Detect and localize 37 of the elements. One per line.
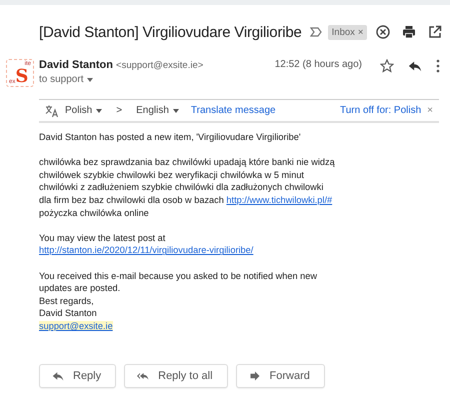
caret-icon: [172, 108, 179, 112]
notice-text: You received this e-mail because you asked to be notified when new updates are posted.: [39, 270, 318, 295]
separator-arrow: >: [116, 105, 122, 116]
view-text: You may view the latest post at: [39, 232, 166, 244]
importance-icon: [310, 27, 322, 37]
logo-letter: S: [15, 68, 28, 86]
email-subject: [David Stanton] Virgiliovudare Virgilioribe: [39, 24, 302, 40]
recipient-dropdown[interactable]: to support: [39, 74, 204, 85]
intro-text: David Stanton has posted a new item, 'Virgiliovudare Virgilioribe': [39, 131, 302, 144]
close-translate-button[interactable]: ×: [427, 105, 433, 116]
inbox-label[interactable]: Inbox ×: [328, 24, 368, 40]
translate-icon: [45, 104, 59, 118]
forward-icon: [248, 370, 261, 382]
translate-link[interactable]: Translate message: [190, 105, 276, 116]
caret-icon: [87, 78, 94, 82]
spam-link[interactable]: http://www.tichwilowki.pl/#: [226, 194, 332, 205]
star-icon[interactable]: [380, 59, 394, 73]
email-link[interactable]: support@exsite.ie: [39, 320, 113, 331]
more-options-icon[interactable]: [436, 59, 440, 73]
reply-button[interactable]: Reply: [39, 364, 116, 388]
caret-icon: [96, 108, 102, 112]
reply-icon[interactable]: [408, 59, 422, 73]
forward-button[interactable]: Forward: [236, 364, 325, 388]
reply-all-button[interactable]: Reply to all: [124, 364, 228, 388]
turn-off-link[interactable]: Turn off for: Polish: [340, 105, 422, 116]
reply-icon: [52, 370, 64, 382]
open-in-new-icon[interactable]: [428, 25, 442, 39]
source-language-dropdown[interactable]: Polish: [65, 105, 102, 116]
timestamp: 12:52 (8 hours ago): [274, 59, 362, 70]
target-language-dropdown[interactable]: English: [136, 105, 179, 116]
print-icon[interactable]: [402, 25, 416, 39]
sender-name: David Stanton <support@exsite.ie>: [39, 59, 204, 71]
post-link[interactable]: http://stanton.ie/2020/12/11/virgiliovudare-virgilioribe/: [39, 245, 254, 256]
closing-text: David Stanton: [39, 307, 98, 320]
close-icon[interactable]: [376, 25, 390, 39]
closing-text: Best regards,: [39, 294, 95, 308]
message-paragraph: chwilówka bez sprawdzania baz chwilówki upadają które banki nie widzą chwilówek szybkie chwilowki bez weryfikacji chwilówka w 5 minut chwilówki z zadłużeniem szybkie chwilówki dla zadłużonych chwilowki dla firm bez baz chwilowki dla osob w bazach http://www.tichwilowki.pl/# pożyczka chwilówka online: [39, 156, 335, 220]
